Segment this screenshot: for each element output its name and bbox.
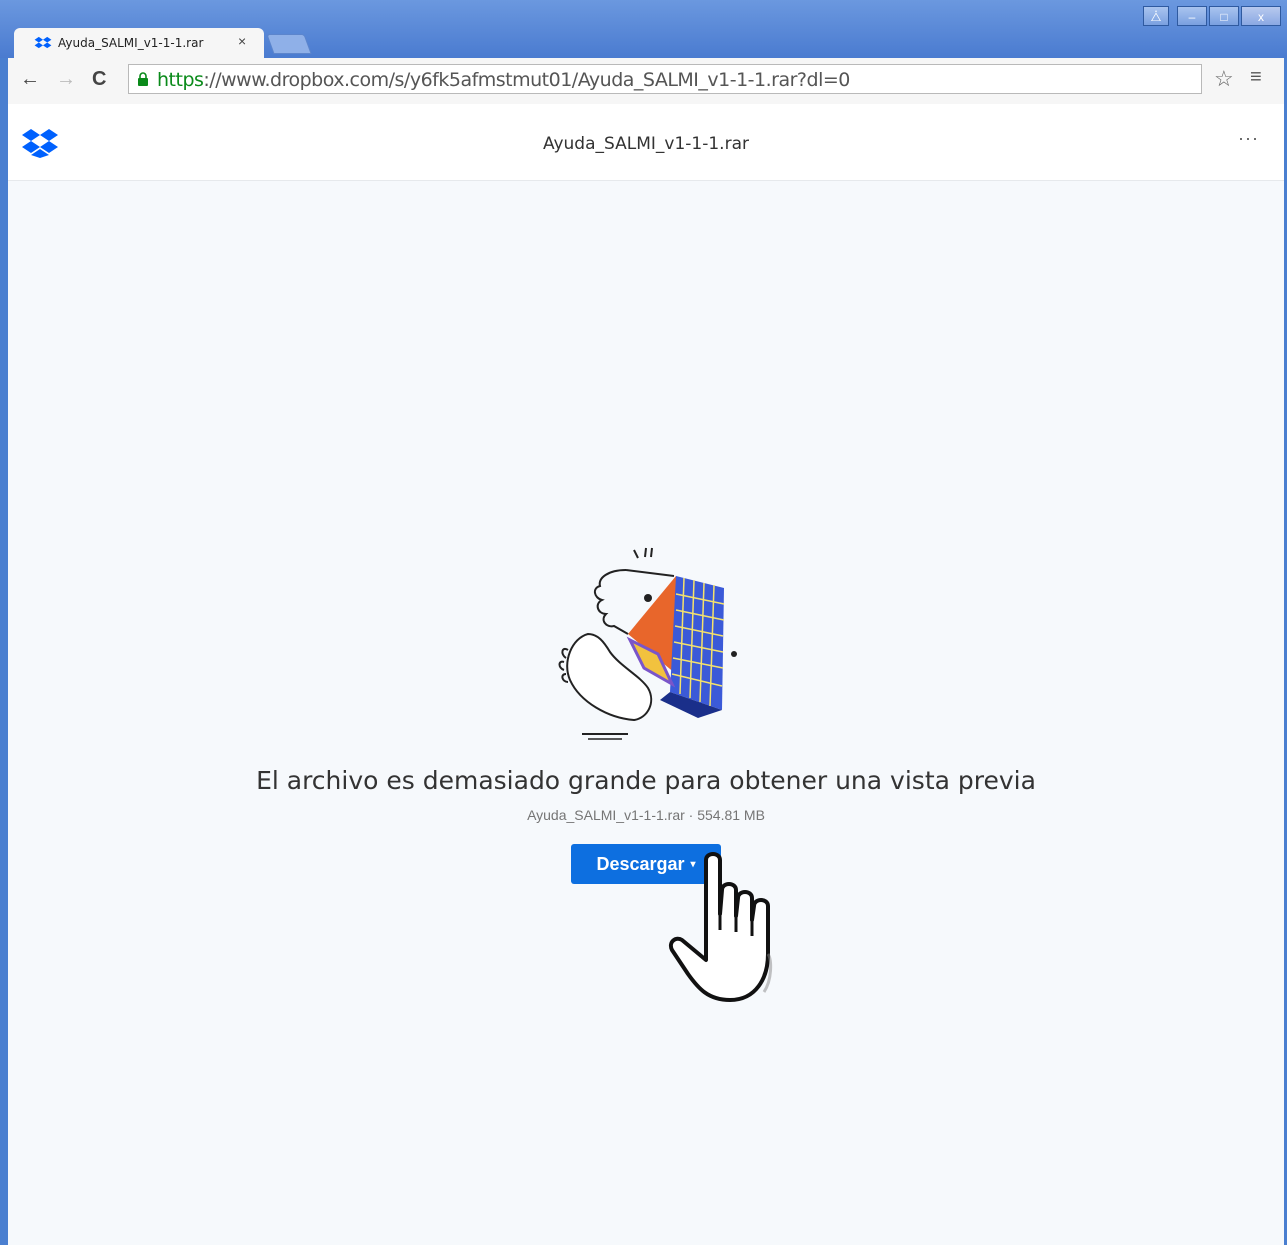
back-button[interactable]: ← [20, 68, 40, 91]
star-icon[interactable]: ☆ [1214, 66, 1234, 92]
dropbox-favicon-icon [34, 36, 52, 49]
url-text: https://www.dropbox.com/s/y6fk5afmstmut0… [157, 69, 850, 91]
title-bar: ⧊ – □ x Ayuda_SALMI_v1-1-1.rar × [0, 0, 1287, 58]
browser-window: ⧊ – □ x Ayuda_SALMI_v1-1-1.rar × ← → C h… [0, 0, 1287, 1245]
url-path: ://www.dropbox.com/s/y6fk5afmstmut01/Ayu… [203, 69, 850, 91]
tab-close-icon[interactable]: × [238, 33, 246, 49]
forward-button[interactable]: → [56, 68, 76, 91]
illustration-icon [558, 547, 737, 740]
maximize-button[interactable]: □ [1209, 6, 1239, 26]
more-options-icon[interactable]: ··· [1238, 128, 1259, 149]
page-title: Ayuda_SALMI_v1-1-1.rar [543, 134, 749, 154]
hand-pointer-icon [669, 852, 773, 1002]
minimize-button[interactable]: – [1177, 6, 1207, 26]
close-window-button[interactable]: x [1241, 6, 1281, 26]
menu-icon[interactable]: ≡ [1250, 66, 1262, 89]
user-profile-button[interactable]: ⧊ [1143, 6, 1169, 26]
address-bar[interactable]: https://www.dropbox.com/s/y6fk5afmstmut0… [128, 64, 1202, 94]
lock-icon [138, 72, 148, 86]
browser-toolbar: ← → C https://www.dropbox.com/s/y6fk5afm… [8, 58, 1284, 105]
tab-title: Ayuda_SALMI_v1-1-1.rar [58, 36, 204, 50]
window-controls: ⧊ – □ x [1141, 6, 1281, 28]
reload-button[interactable]: C [92, 68, 106, 91]
url-protocol: https [157, 69, 204, 91]
new-tab-button[interactable] [266, 34, 312, 54]
browser-tab[interactable]: Ayuda_SALMI_v1-1-1.rar × [14, 28, 264, 58]
file-info: Ayuda_SALMI_v1-1-1.rar · 554.81 MB [527, 807, 765, 823]
dropbox-page: Ayuda_SALMI_v1-1-1.rar ··· El archivo es… [8, 104, 1284, 1245]
preview-unavailable-message: El archivo es demasiado grande para obte… [256, 766, 1036, 795]
page-header: Ayuda_SALMI_v1-1-1.rar ··· [8, 104, 1284, 181]
